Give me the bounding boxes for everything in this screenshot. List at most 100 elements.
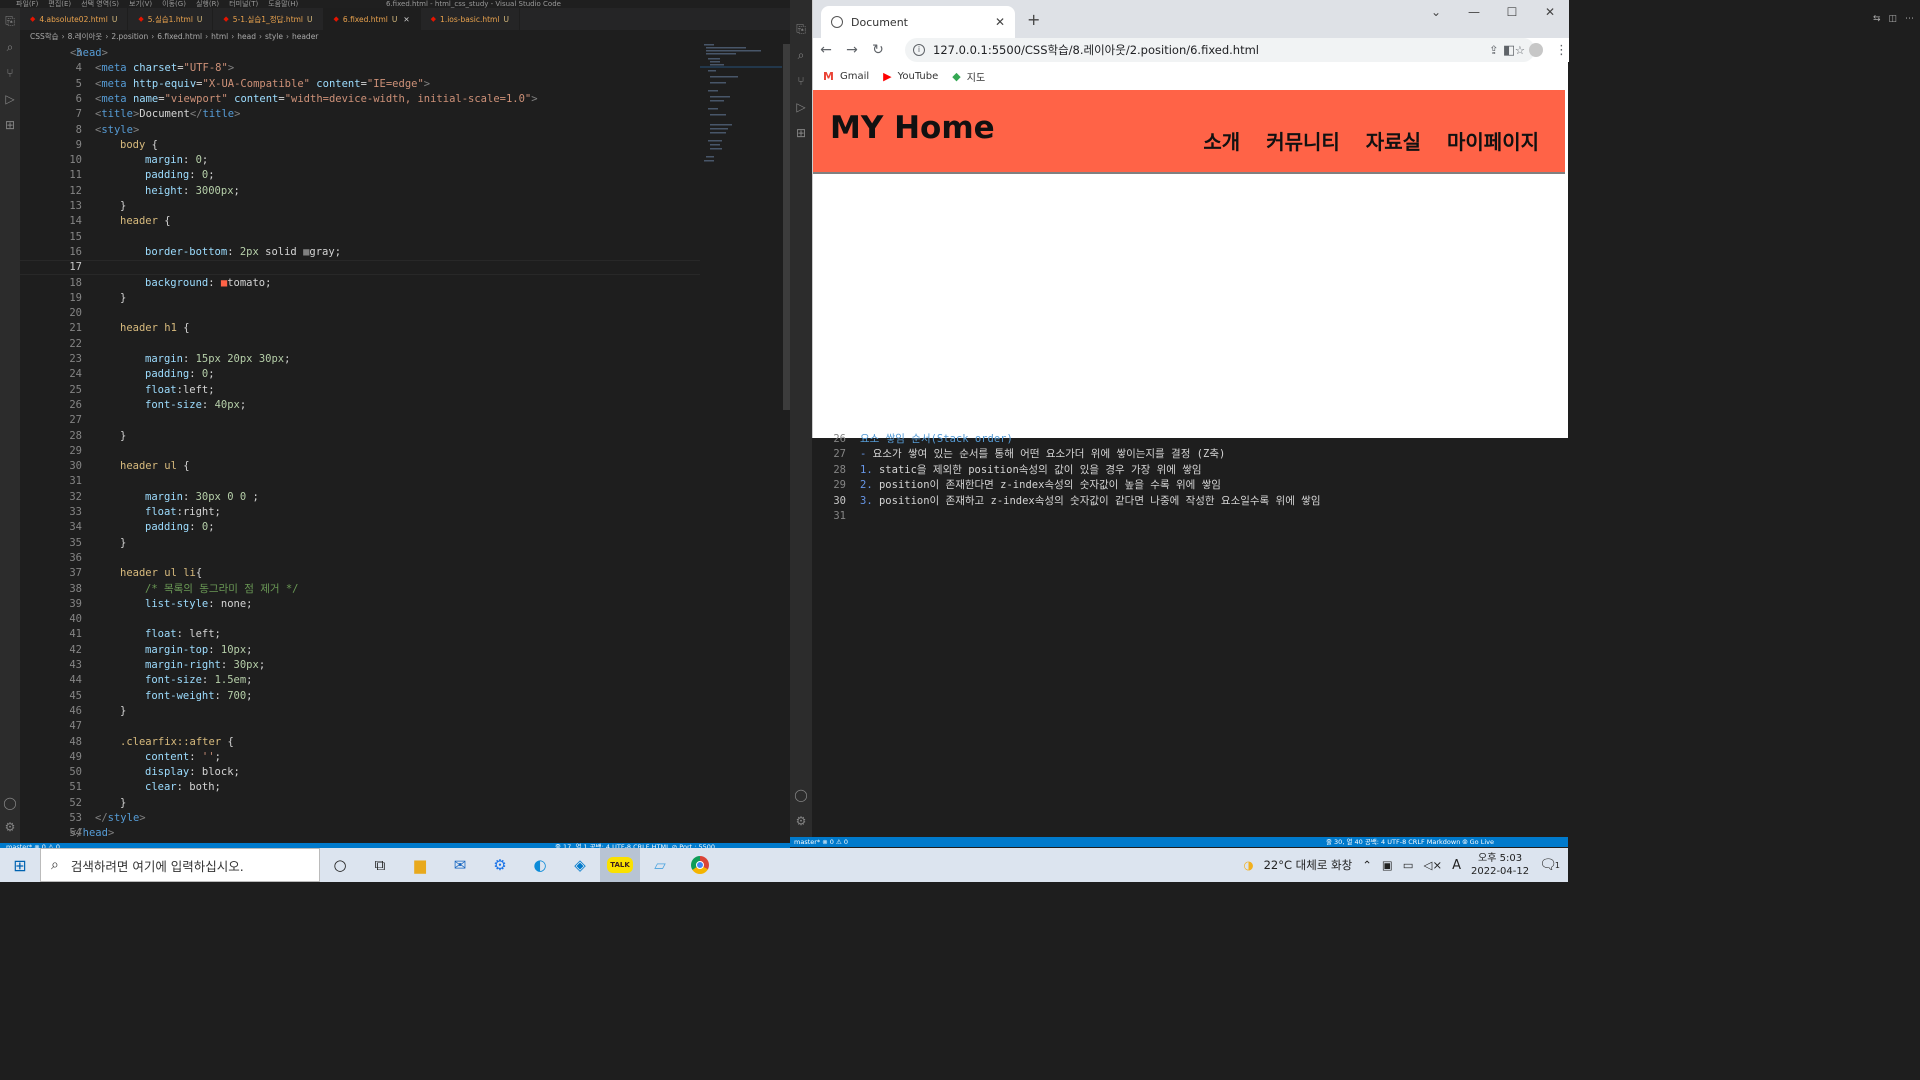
extensions-icon[interactable]: ⊞	[0, 112, 20, 138]
menu-item[interactable]: 편집(E)	[48, 0, 71, 8]
menu-item[interactable]: 실행(R)	[196, 0, 219, 8]
line-number: 31	[833, 510, 846, 522]
line-number: 23	[69, 353, 82, 365]
menu-item[interactable]: 파일(F)	[16, 0, 38, 8]
nav-link[interactable]: 소개	[1203, 126, 1240, 155]
browser-tab[interactable]: Document ✕	[821, 6, 1015, 38]
editor-tab[interactable]: ◆ 5.실습1.html U	[128, 8, 214, 30]
chrome-menu-icon[interactable]: ⋮	[1555, 43, 1568, 58]
back-icon[interactable]: ←	[813, 42, 839, 58]
store-icon[interactable]: ⚙	[480, 848, 520, 882]
editor-tab[interactable]: ◆ 4.absolute02.html U	[20, 8, 129, 30]
settings-gear-icon[interactable]: ⚙	[0, 814, 20, 840]
close-tab-icon[interactable]: ✕	[403, 15, 409, 24]
split-editor-icon[interactable]: ◫	[1888, 14, 1897, 24]
run-debug-icon[interactable]: ▷	[0, 86, 20, 112]
search-icon[interactable]: ⌕	[790, 42, 812, 68]
code-editor[interactable]: 3 <head> 4 <meta charset="UTF-8"> 5 <meta htt…	[20, 44, 700, 842]
breadcrumb: CSS학습 › 8.레이아웃 › 2.position › 6.fixed.html › htm…	[20, 30, 790, 43]
taskbar-search[interactable]: ⌕ 검색하려면 여기에 입력하십시오.	[40, 848, 320, 882]
forward-icon[interactable]: →	[839, 42, 865, 58]
bookmark-item[interactable]: ◆ 지도	[952, 69, 985, 84]
clock[interactable]: 오후 5:03 2022-04-12	[1471, 852, 1529, 878]
site-info-icon[interactable]: i	[913, 44, 925, 56]
reload-icon[interactable]: ↻	[865, 42, 891, 58]
minimap[interactable]	[700, 44, 782, 842]
notepad-icon[interactable]: ▱	[640, 848, 680, 882]
vscode-menu-bar[interactable]: 파일(F) 편집(E) 선택 영역(S) 보기(V) 이동(G) 실행(R) 터미널(T) 도…	[0, 0, 308, 8]
search-icon[interactable]: ⌕	[0, 34, 20, 60]
settings-gear-icon[interactable]: ⚙	[790, 808, 812, 834]
editor-tab[interactable]: ◆ 6.fixed.html U ✕	[323, 8, 421, 30]
nav-link[interactable]: 커뮤니티	[1266, 126, 1340, 155]
source-control-icon[interactable]: ⑂	[0, 60, 20, 86]
close-window-icon[interactable]: ✕	[1531, 0, 1569, 24]
close-tab-icon[interactable]: ✕	[995, 15, 1005, 29]
network-icon[interactable]: ▭	[1403, 858, 1414, 872]
vscode-icon[interactable]: ◈	[560, 848, 600, 882]
nav-link[interactable]: 자료실	[1366, 126, 1421, 155]
line-number: 47	[69, 720, 82, 733]
more-actions-icon[interactable]: ⋯	[1905, 14, 1914, 24]
address-bar[interactable]: i 127.0.0.1:5500/CSS학습/8.레이아웃/2.position…	[905, 38, 1535, 62]
chrome-icon[interactable]	[680, 848, 720, 882]
compare-icon[interactable]: ⇆	[1873, 14, 1881, 24]
minimize-icon[interactable]: —	[1455, 0, 1493, 24]
code-line: clear: both;	[145, 781, 221, 794]
ime-indicator[interactable]: A	[1452, 858, 1461, 873]
maximize-icon[interactable]: ☐	[1493, 0, 1531, 24]
run-debug-icon[interactable]: ▷	[790, 94, 812, 120]
menu-item[interactable]: 보기(V)	[129, 0, 152, 8]
markdown-editor[interactable]: 26 요소 쌓임 순서(Stack order) 27 - 요소가 쌓여 있는 순서를…	[812, 433, 1568, 842]
side-panel-icon[interactable]: ◧	[1503, 43, 1515, 58]
weather-icon[interactable]: ◑	[1244, 858, 1254, 872]
breadcrumb-item[interactable]: head	[237, 32, 256, 41]
task-view-icon[interactable]: ⧉	[360, 848, 400, 882]
cortana-icon[interactable]: ○	[320, 848, 360, 882]
file-explorer-icon[interactable]: ▆	[400, 848, 440, 882]
tab-search-icon[interactable]: ⌄	[1417, 0, 1455, 24]
bookmark-star-icon[interactable]: ☆	[1515, 43, 1525, 57]
windows-start-icon[interactable]: ⊞	[0, 856, 40, 875]
breadcrumb-item[interactable]: 2.position	[111, 32, 148, 41]
chrome-tab-strip: Document ✕ + ⌄ — ☐ ✕	[813, 0, 1569, 38]
menu-item[interactable]: 도움말(H)	[268, 0, 298, 8]
line-number: 24	[69, 368, 82, 381]
branch-status[interactable]: master* ⊗ 0 ⚠ 0	[790, 838, 848, 846]
breadcrumb-item[interactable]: CSS학습	[30, 32, 59, 41]
breadcrumb-item[interactable]: 8.레이아웃	[68, 32, 103, 41]
device-icon[interactable]: ▣	[1382, 858, 1393, 872]
account-icon[interactable]: ◯	[790, 782, 812, 808]
breadcrumb-item[interactable]: style	[265, 32, 283, 41]
editor-status-info[interactable]: 줄 30, 열 40 공백: 4 UTF-8 CRLF Markdown ⦾ G…	[1326, 837, 1494, 847]
editor-scrollbar[interactable]	[782, 44, 790, 842]
extensions-icon[interactable]: ⊞	[790, 120, 812, 146]
volume-icon[interactable]: ◁×	[1424, 858, 1442, 872]
bookmark-label: Gmail	[839, 70, 870, 82]
explorer-icon[interactable]: ⎘	[790, 16, 812, 42]
bookmark-item[interactable]: ▶ YouTube	[883, 70, 938, 83]
weather-text[interactable]: 22°C 대체로 화창	[1264, 857, 1353, 873]
breadcrumb-item[interactable]: html	[211, 32, 228, 41]
profile-avatar[interactable]	[1529, 43, 1543, 57]
tray-chevron-icon[interactable]: ⌃	[1362, 858, 1372, 872]
edge-icon[interactable]: ◐	[520, 848, 560, 882]
bookmark-item[interactable]: M Gmail	[823, 70, 869, 83]
editor-tab[interactable]: ◆ 1.ios-basic.html U	[421, 8, 520, 30]
breadcrumb-item[interactable]: 6.fixed.html	[157, 32, 202, 41]
nav-link[interactable]: 마이페이지	[1447, 126, 1539, 155]
explorer-icon[interactable]: ⎘	[0, 8, 20, 34]
menu-item[interactable]: 터미널(T)	[229, 0, 258, 8]
menu-item[interactable]: 이동(G)	[162, 0, 186, 8]
source-control-icon[interactable]: ⑂	[790, 68, 812, 94]
new-tab-button[interactable]: +	[1027, 10, 1040, 29]
menu-item[interactable]: 선택 영역(S)	[81, 0, 119, 8]
account-icon[interactable]: ◯	[0, 790, 20, 816]
line-number: 49	[69, 750, 82, 763]
editor-tab[interactable]: ◆ 5-1.실습1_정답.html U	[213, 8, 324, 30]
breadcrumb-item[interactable]: header	[292, 32, 318, 41]
share-icon[interactable]: ⇪	[1489, 43, 1499, 57]
scrollbar-thumb[interactable]	[783, 44, 790, 410]
mail-icon[interactable]: ✉	[440, 848, 480, 882]
kakaotalk-icon[interactable]: TALK	[600, 848, 640, 882]
